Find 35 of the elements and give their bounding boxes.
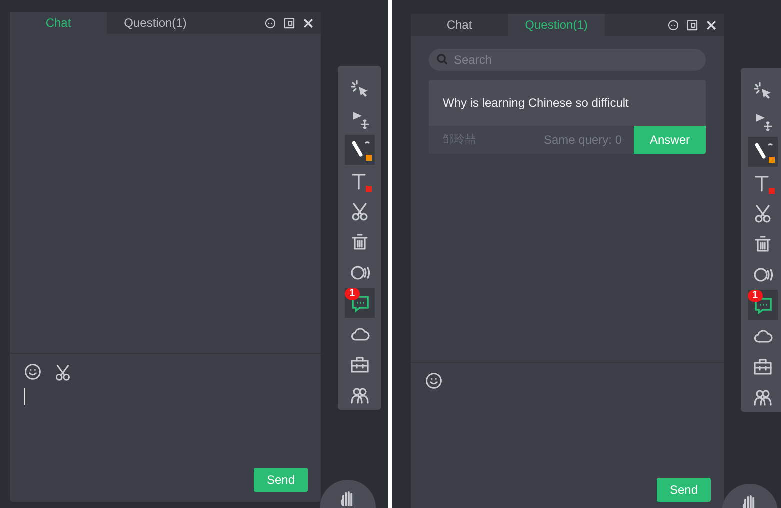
close-icon [705, 18, 718, 32]
notification-badge: 1 [344, 288, 360, 300]
answer-button[interactable]: Answer [634, 126, 706, 154]
tab[interactable]: Question(1) [508, 14, 605, 36]
emoji-button[interactable] [425, 372, 443, 390]
pointer-sparkle-icon [752, 80, 772, 101]
chat-tool[interactable]: 1 [748, 290, 778, 320]
window-icon [283, 16, 296, 30]
smiley-icon [24, 363, 42, 381]
emoji-button[interactable] [24, 363, 42, 381]
pointer-sparkle-icon [350, 78, 370, 99]
toolbox-icon [350, 354, 370, 375]
question-text: Why is learning Chinese so difficult [442, 95, 630, 112]
scissors-icon [752, 203, 772, 224]
trash-icon [350, 232, 370, 252]
close-icon [302, 16, 315, 30]
chat-tool[interactable]: 1 [344, 288, 374, 318]
send-button[interactable]: Send [657, 478, 711, 502]
scissors-icon [54, 363, 72, 381]
people-icon [350, 385, 370, 406]
send-button[interactable]: Send [254, 468, 308, 492]
pen-tool[interactable] [344, 135, 374, 165]
screenshot-button[interactable] [54, 363, 72, 381]
chat-bubble-icon [667, 18, 680, 32]
scissors-icon [350, 201, 370, 222]
window-icon [686, 18, 699, 32]
smiley-icon [425, 372, 443, 390]
pen-tool[interactable] [748, 137, 778, 167]
people-icon [752, 387, 772, 408]
notification-badge: 1 [748, 290, 764, 302]
trash-icon [752, 234, 772, 254]
chat-bubble-icon [264, 16, 277, 30]
search-icon [436, 53, 449, 66]
toolbox-icon [752, 356, 772, 377]
tab[interactable]: Chat [10, 12, 107, 34]
